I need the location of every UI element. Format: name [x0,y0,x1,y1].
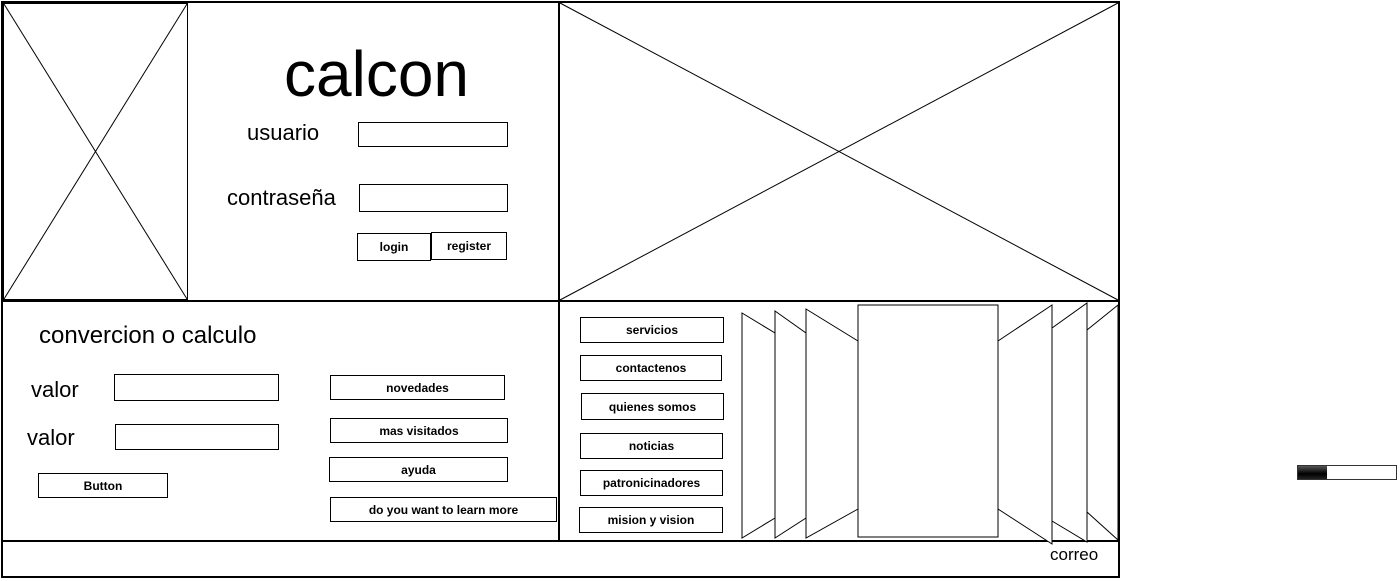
menu-contactenos[interactable]: contactenos [580,355,722,381]
menu-noticias[interactable]: noticias [580,433,723,459]
carousel-panel-left-1 [741,312,776,539]
carousel-panel-right-3 [997,304,1053,545]
login-button[interactable]: login [357,233,431,261]
app-title: calcon [284,38,469,110]
menu-mision-vision[interactable]: mision y vision [579,507,723,533]
value1-input[interactable] [114,374,279,401]
carousel-center-panel [857,304,999,538]
menu-quienes-somos[interactable]: quienes somos [581,393,724,420]
image-carousel[interactable] [740,302,1120,545]
carousel-panel-left-3 [805,308,859,539]
carousel-panel-right-2 [1051,302,1088,543]
value2-input[interactable] [115,424,279,450]
register-button[interactable]: register [431,232,507,260]
converter-title: convercion o calculo [39,322,257,349]
learn-more-button[interactable]: do you want to learn more [330,497,557,522]
convert-button[interactable]: Button [38,473,168,498]
menu-servicios[interactable]: servicios [580,317,724,343]
menu-patronicinadores[interactable]: patronicinadores [580,470,723,496]
mas-visitados-button[interactable]: mas visitados [330,418,508,443]
value2-label: valor [27,425,75,450]
novedades-button[interactable]: novedades [330,375,505,400]
ayuda-button[interactable]: ayuda [329,457,508,482]
progress-bar-fill [1298,466,1328,479]
password-input[interactable] [359,184,508,212]
banner-image-placeholder [559,2,1119,301]
username-label: usuario [247,120,320,145]
username-input[interactable] [358,122,508,147]
logo-image-placeholder [3,3,188,300]
carousel-panel-right-1 [1086,303,1119,542]
progress-bar [1297,465,1397,480]
carousel-panel-left-2 [774,310,807,539]
footer-email-link[interactable]: correo [1050,545,1098,565]
value1-label: valor [31,377,79,402]
password-label: contraseña [227,185,336,210]
